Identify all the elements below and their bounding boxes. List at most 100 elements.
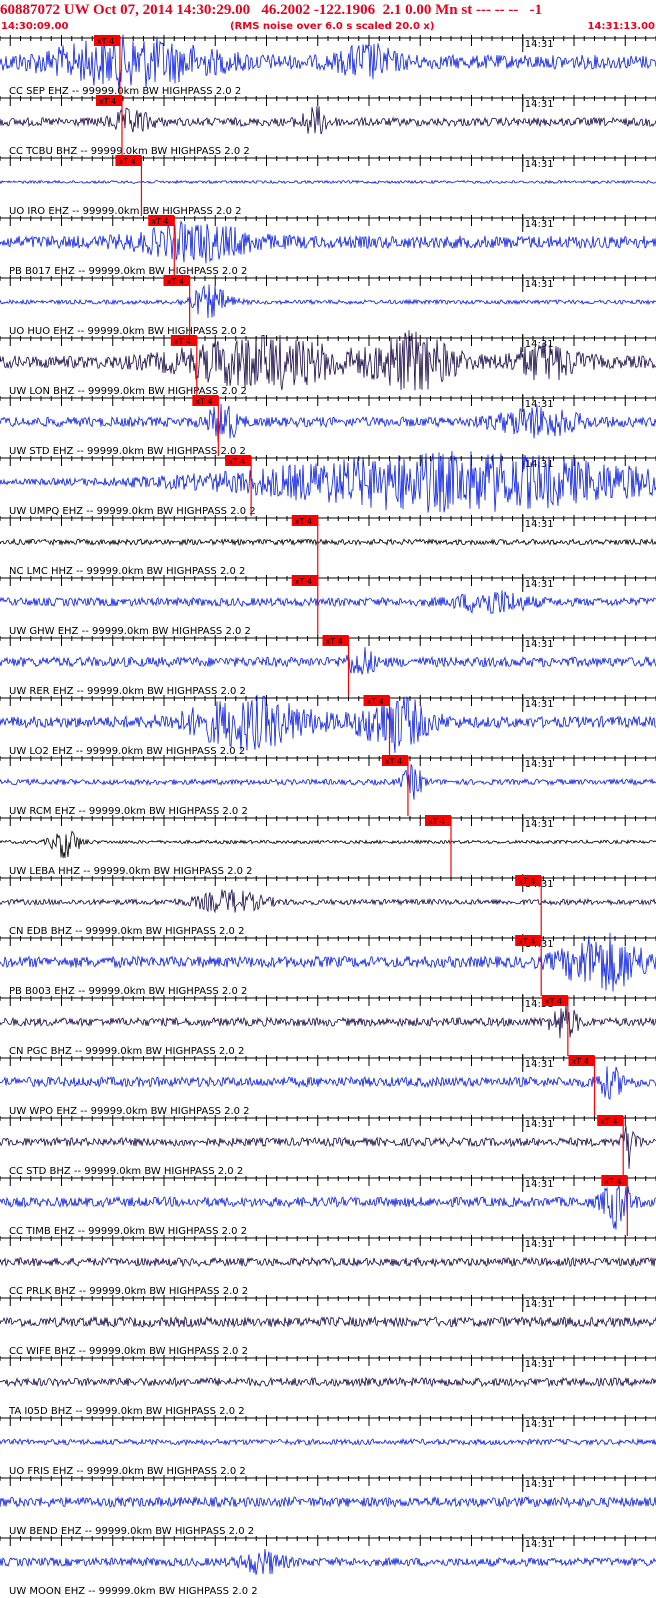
minute-label: 14:31 [525,339,554,350]
waveform [0,1495,656,1509]
pick-label: xT 4 [367,697,384,706]
station-label: UO FRIS EHZ -- 99999.0km BW HIGHPASS 2.0… [9,1466,246,1477]
minute-label: 14:31 [525,1119,554,1130]
trace-row: 14:31CC TCBU BHZ -- 99999.0km BW HIGHPAS… [0,94,656,157]
station-label: CC STD BHZ -- 99999.0km BW HIGHPASS 2.0 … [9,1166,243,1177]
pick-label: xT 4 [228,457,245,466]
waveform [0,106,656,135]
minute-label: 14:31 [525,1359,554,1370]
minute-label: 14:31 [525,579,554,590]
minute-label: 14:31 [525,399,554,410]
station-label: UW RCM EHZ -- 99999.0km BW HIGHPASS 2.0 … [9,806,248,817]
waveform [0,1004,656,1039]
station-label: UW BEND EHZ -- 99999.0km BW HIGHPASS 2.0… [9,1526,254,1537]
pick-label: xT 4 [572,1057,589,1066]
station-label: CC WIFE BHZ -- 99999.0km BW HIGHPASS 2.0… [9,1346,248,1357]
station-label: PB B003 EHZ -- 99999.0km BW HIGHPASS 2.0… [9,986,247,997]
waveform [0,647,656,675]
trace-row: 14:31 UW RCM EHZ -- 99999.0km BW HIGHPASS… [0,754,656,817]
waveform [0,932,656,992]
waveform [0,590,656,615]
station-label: NC LMC HHZ -- 99999.0km BW HIGHPASS 2.0 … [9,566,245,577]
station-label: UW MOON EHZ -- 99999.0km BW HIGHPASS 2.0… [9,1586,258,1597]
trace-row: 14:31 UW STD EHZ -- 99999.0km BW HIGHPASS… [0,394,656,457]
waveform [0,830,656,859]
station-label: UO IRO EHZ -- 99999.0km BW HIGHPASS 2.0 … [9,206,242,217]
minute-label: 14:31 [525,519,554,530]
trace-row: 14:31 UW BEND EHZ -- 99999.0km BW HIGHPAS… [0,1474,656,1537]
waveform [0,764,656,800]
station-label: CN PGC BHZ -- 99999.0km BW HIGHPASS 2.0 … [9,1046,244,1057]
trace-row: 14:31UW LON BHZ -- 99999.0km BW HIGHPASS… [0,330,656,397]
pick-label: xT 4 [195,397,212,406]
waveform [0,1179,656,1230]
waveform [0,179,656,185]
pick-label: xT 4 [174,337,191,346]
waveform [0,1125,656,1169]
station-label: CC PRLK BHZ -- 99999.0km BW HIGHPASS 2.0… [9,1286,248,1297]
trace-row: 14:31CN EDB BHZ -- 99999.0km BW HIGHPASS… [0,874,656,937]
trace-row: 14:31 CC TIMB EHZ -- 99999.0km BW HIGHPAS… [0,1174,656,1237]
trace-row: 14:31 UO HUO EHZ -- 99999.0km BW HIGHPASS… [0,274,656,337]
minute-label: 14:31 [525,1299,554,1310]
pick-label: xT 4 [295,577,312,586]
trace-row: 14:31 UW RER EHZ -- 99999.0km BW HIGHPASS… [0,634,656,697]
station-label: PB B017 EHZ -- 99999.0km BW HIGHPASS 2.0… [9,266,247,277]
pick-label: xT 4 [600,1117,617,1126]
waveform [0,1437,656,1447]
pick-label: xT 4 [295,517,312,526]
pick-label: xT 4 [385,757,402,766]
minute-label: 14:31 [525,759,554,770]
minute-label: 14:31 [525,819,554,830]
station-label: CN EDB BHZ -- 99999.0km BW HIGHPASS 2.0 … [9,926,244,937]
pick-label: xT 4 [518,877,535,886]
trace-row: 14:31 UW WPO EHZ -- 99999.0km BW HIGHPASS… [0,1054,656,1117]
pick-label: xT 4 [97,37,114,46]
station-label: CC SEP EHZ -- 99999.0km BW HIGHPASS 2.0 … [9,86,241,97]
minute-label: 14:31 [525,99,554,110]
trace-row: 14:31 TA I05D BHZ -- 99999.0km BW HIGHPAS… [0,1354,656,1417]
pick-label: xT 4 [99,97,116,106]
pick-label: xT 4 [604,1177,621,1186]
minute-label: 14:31 [525,699,554,710]
trace-row: 14:31 PB B017 EHZ -- 99999.0km BW HIGHPAS… [0,214,656,277]
pick-label: xT 4 [545,997,562,1006]
station-label: UW LEBA HHZ -- 99999.0km BW HIGHPASS 2.0… [9,866,253,877]
trace-row: 14:31 UW GHW EHZ -- 99999.0km BW HIGHPASS… [0,574,656,637]
station-label: UW GHW EHZ -- 99999.0km BW HIGHPASS 2.0 … [9,626,251,637]
pick-label: xT 4 [428,817,445,826]
trace-row: 14:31 CC WIFE BHZ -- 99999.0km BW HIGHPAS… [0,1294,656,1357]
trace-row: 14:31 UO FRIS EHZ -- 99999.0km BW HIGHPAS… [0,1414,656,1477]
minute-label: 14:31 [525,279,554,290]
station-label: UW STD EHZ -- 99999.0km BW HIGHPASS 2.0 … [9,446,246,457]
waveform [0,403,656,443]
waveform [0,1256,656,1268]
waveform [0,1315,656,1329]
minute-label: 14:31 [525,1059,554,1070]
waveform [0,537,656,547]
trace-row: 14:31 UW MOON EHZ -- 99999.0km BW HIGHPAS… [0,1534,656,1597]
trace-row: 14:31UW UMPQ EHZ -- 99999.0km BW HIGHPAS… [0,450,656,517]
pick-label: xT 4 [326,637,343,646]
minute-label: 14:31 [525,1179,554,1190]
pick-label: xT 4 [167,277,184,286]
station-label: UW RER EHZ -- 99999.0km BW HIGHPASS 2.0 … [9,686,246,697]
trace-row: 14:31 UW LO2 EHZ -- 99999.0km BW HIGHPASS… [0,694,656,757]
trace-row: 14:31 UO IRO EHZ -- 99999.0km BW HIGHPASS… [0,154,656,217]
waveform [0,694,656,753]
waveform [0,889,656,914]
trace-row: 14:31 CC SEP EHZ -- 99999.0km BW HIGHPASS… [0,34,656,97]
minute-label: 14:31 [525,39,554,50]
waveform [0,284,656,319]
trace-row: 14:31 UW LEBA HHZ -- 99999.0km BW HIGHPAS… [0,814,656,877]
waveform [0,1066,656,1100]
trace-row: 14:31 CC STD BHZ -- 99999.0km BW HIGHPASS… [0,1114,656,1177]
station-label: TA I05D BHZ -- 99999.0km BW HIGHPASS 2.0… [8,1406,245,1417]
trace-row: 14:31PB B003 EHZ -- 99999.0km BW HIGHPAS… [0,932,656,997]
minute-label: 14:31 [525,219,554,230]
minute-label: 14:31 [525,639,554,650]
minute-label: 14:31 [525,1239,554,1250]
minute-label: 14:31 [525,1479,554,1490]
minute-label: 14:31 [525,1539,554,1550]
seismogram-plot: 14:31 CC SEP EHZ -- 99999.0km BW HIGHPASS… [0,34,656,1597]
